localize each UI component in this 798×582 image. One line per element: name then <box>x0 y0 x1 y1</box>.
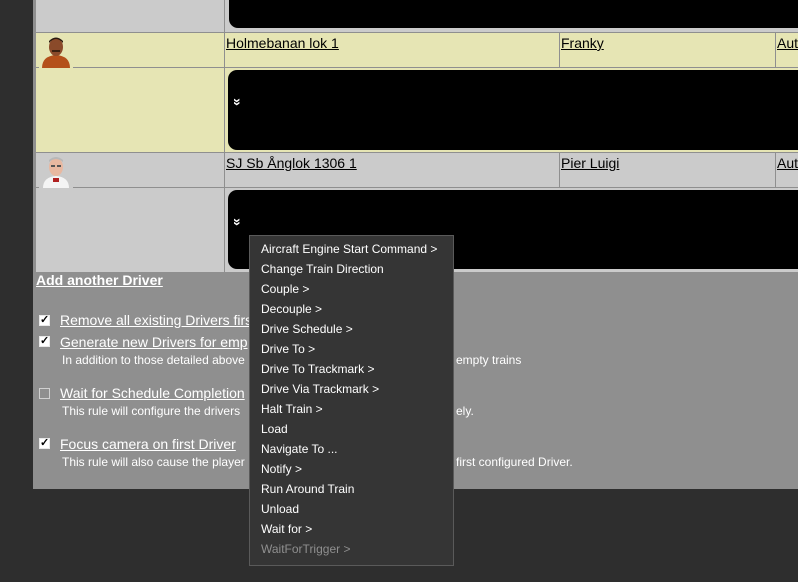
context-menu-item[interactable]: Run Around Train <box>261 482 354 496</box>
context-menu-item[interactable]: Change Train Direction <box>261 262 384 276</box>
context-menu-item[interactable]: Decouple > <box>261 302 322 316</box>
generate-new-desc-right: empty trains <box>456 353 522 367</box>
context-menu-item[interactable]: Drive Schedule > <box>261 322 353 336</box>
context-menu-item[interactable]: Unload <box>261 502 299 516</box>
driver-2-train-cell: SJ Sb Ånglok 1306 1 <box>225 153 559 187</box>
context-menu-item[interactable]: Drive To > <box>261 342 315 356</box>
context-menu-item[interactable]: Drive To Trackmark > <box>261 362 374 376</box>
driver-2-spacer-cell <box>36 188 224 272</box>
driver-1-spacer-cell <box>36 68 224 152</box>
add-driver-link[interactable]: Add another Driver <box>36 272 163 288</box>
prev-row-avatar-cell <box>36 0 224 32</box>
focus-camera-desc-left: This rule will also cause the player <box>62 455 245 469</box>
driver-1-train-link[interactable]: Holmebanan lok 1 <box>226 35 339 51</box>
context-menu-item[interactable]: Navigate To ... <box>261 442 338 456</box>
prev-row-schedule-cell <box>225 0 798 32</box>
context-menu-item[interactable]: Drive Via Trackmark > <box>261 382 379 396</box>
wait-schedule-checkbox[interactable] <box>39 388 50 399</box>
driver-2-name-cell: Pier Luigi <box>560 153 775 187</box>
driver-2-expand-icon[interactable]: » <box>230 218 246 226</box>
generate-new-desc-left: In addition to those detailed above <box>62 353 245 367</box>
driver-2-train-link[interactable]: SJ Sb Ånglok 1306 1 <box>226 155 357 171</box>
driver-1-extra-link[interactable]: Aut <box>777 35 798 51</box>
context-menu-item: WaitForTrigger > <box>261 542 351 556</box>
focus-camera-desc-right: first configured Driver. <box>456 455 573 469</box>
driver-1-schedule-box[interactable]: » <box>228 70 798 150</box>
driver-1-train-cell: Holmebanan lok 1 <box>225 33 559 67</box>
context-menu-item[interactable]: Load <box>261 422 288 436</box>
avatar-man-white-icon[interactable] <box>39 154 73 188</box>
driver-2-name-link[interactable]: Pier Luigi <box>561 155 619 171</box>
driver-1-name-link[interactable]: Franky <box>561 35 604 51</box>
context-menu-item[interactable]: Couple > <box>261 282 309 296</box>
generate-new-label[interactable]: Generate new Drivers for emp <box>60 334 248 350</box>
driver-2-extra-link[interactable]: Aut <box>777 155 798 171</box>
wait-schedule-label[interactable]: Wait for Schedule Completion <box>60 385 245 401</box>
context-menu-item[interactable]: Aircraft Engine Start Command > <box>261 242 437 256</box>
driver-2-extra-cell: Aut <box>776 153 798 187</box>
remove-existing-checkbox[interactable]: ✓ <box>39 315 50 326</box>
wait-schedule-desc-right: ely. <box>456 404 474 418</box>
focus-camera-label[interactable]: Focus camera on first Driver <box>60 436 236 452</box>
context-menu-item[interactable]: Halt Train > <box>261 402 323 416</box>
driver-1-extra-cell: Aut <box>776 33 798 67</box>
context-menu-item[interactable]: Wait for > <box>261 522 312 536</box>
avatar-man-orange-icon[interactable] <box>39 34 73 68</box>
driver-2-avatar-cell <box>36 153 224 188</box>
driver-1-name-cell: Franky <box>560 33 775 67</box>
driver-1-schedule-cell: » <box>225 68 798 152</box>
context-menu-item[interactable]: Notify > <box>261 462 302 476</box>
context-menu: Aircraft Engine Start Command > Change Tr… <box>249 235 454 566</box>
wait-schedule-desc-left: This rule will configure the drivers <box>62 404 241 418</box>
driver-1-expand-icon[interactable]: » <box>230 98 246 106</box>
focus-camera-checkbox[interactable]: ✓ <box>39 438 50 449</box>
driver-1-avatar-cell <box>36 33 224 68</box>
generate-new-checkbox[interactable]: ✓ <box>39 336 50 347</box>
prev-schedule-box[interactable] <box>229 0 798 28</box>
remove-existing-label[interactable]: Remove all existing Drivers first <box>60 312 256 328</box>
